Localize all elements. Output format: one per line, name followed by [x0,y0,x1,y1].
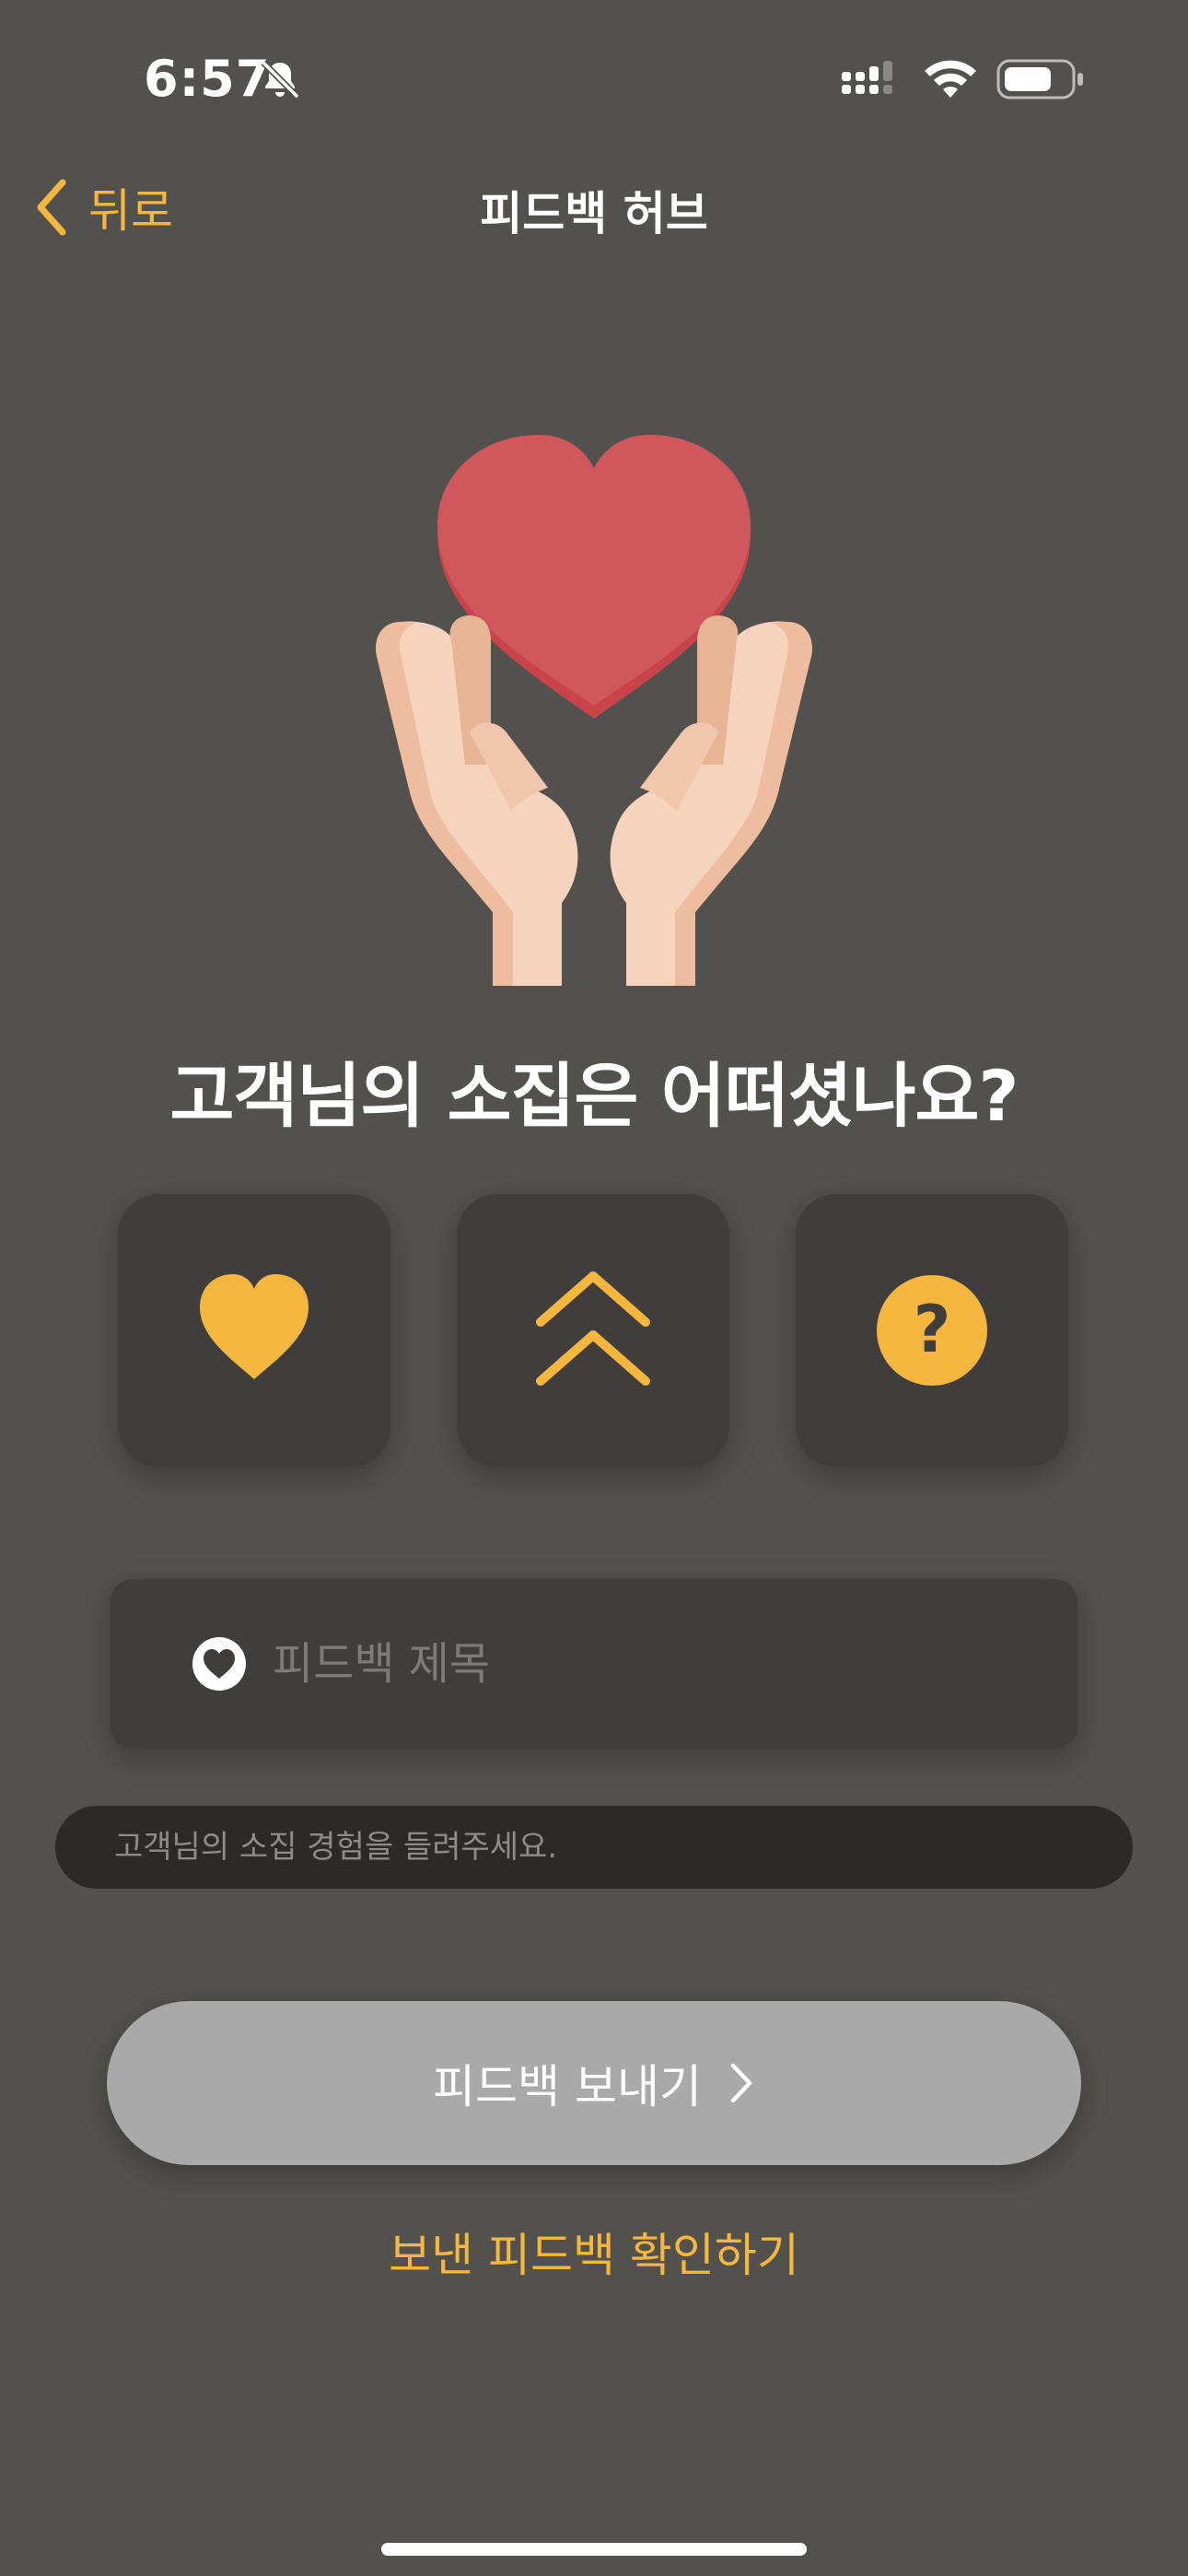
heart-icon [200,1274,309,1379]
question-circle-icon: ? [877,1275,987,1386]
question-heading: 고객님의 소집은 어떠셨나요? [169,1055,1019,1137]
feedback-body-field [55,1806,1133,1889]
choice-improvement-button[interactable] [457,1194,729,1467]
chevron-right-icon [730,2063,752,2103]
choice-question-button[interactable]: ? [796,1194,1068,1467]
choice-heart-button[interactable] [118,1194,390,1467]
feedback-title-input[interactable] [271,1637,1030,1691]
wifi-icon [925,60,976,98]
send-feedback-label: 피드백 보내기 [433,2060,702,2113]
page-title: 피드백 허브 [480,187,708,240]
heart-in-hands-illustration [376,435,812,986]
home-indicator[interactable] [381,2543,807,2556]
bell-slash-icon [261,60,299,99]
feedback-hub-screen: 6:57 뒤로 피드백 허브 고객님의 소집은 어떠셨나요? ? 피드백 제목 … [0,0,1188,2576]
status-time: 6:57 [144,50,272,108]
double-chevron-up-icon [536,1271,650,1386]
send-feedback-button[interactable]: 피드백 보내기 [107,2001,1081,2165]
heart-circle-icon [192,1637,246,1691]
feedback-body-input[interactable] [112,1828,1092,1867]
battery-icon [996,59,1083,100]
sent-feedback-link[interactable]: 보낸 피드백 확인하기 [0,2219,1188,2285]
feedback-title-field [111,1579,1077,1749]
cellular-signal-icon [842,61,892,94]
svg-text:?: ? [914,1292,951,1367]
